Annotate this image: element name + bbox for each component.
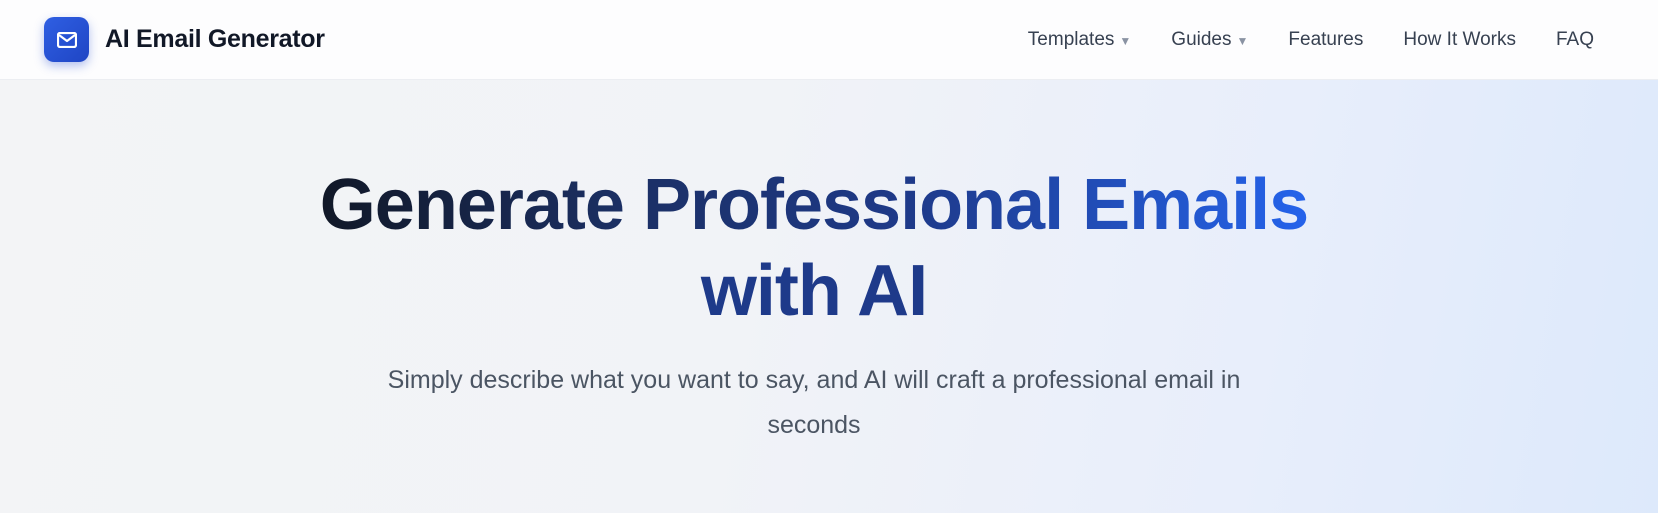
- nav-item-features[interactable]: Features: [1288, 29, 1363, 51]
- brand-link[interactable]: AI Email Generator: [44, 17, 325, 62]
- nav-item-templates[interactable]: Templates ▼: [1028, 29, 1132, 51]
- brand-logo: [44, 17, 89, 62]
- nav-item-label: FAQ: [1555, 28, 1594, 50]
- chevron-down-icon: ▼: [1236, 33, 1249, 48]
- nav-item-label: Templates: [1027, 28, 1115, 50]
- chevron-down-icon: ▼: [1119, 33, 1132, 48]
- nav-item-label: Features: [1288, 28, 1364, 50]
- nav-item-label: How It Works: [1403, 28, 1516, 50]
- top-navbar: AI Email Generator Templates ▼ Guides ▼ …: [0, 0, 1658, 80]
- main-nav: Templates ▼ Guides ▼ Features How It Wor…: [1028, 29, 1594, 51]
- brand-name: AI Email Generator: [105, 25, 325, 53]
- hero-section: Generate Professional Emails with AI Sim…: [0, 80, 1658, 513]
- nav-item-faq[interactable]: FAQ: [1556, 29, 1594, 51]
- hero-subtitle: Simply describe what you want to say, an…: [387, 366, 1241, 439]
- nav-item-guides[interactable]: Guides ▼: [1171, 29, 1248, 51]
- hero-title-line1: Generate Professional Emails: [319, 165, 1309, 245]
- nav-item-how-it-works[interactable]: How It Works: [1403, 29, 1516, 51]
- mail-icon: [56, 31, 77, 48]
- hero-title-line2: with AI: [700, 251, 928, 331]
- nav-item-label: Guides: [1171, 28, 1232, 50]
- hero-title: Generate Professional Emails with AI: [0, 162, 1628, 334]
